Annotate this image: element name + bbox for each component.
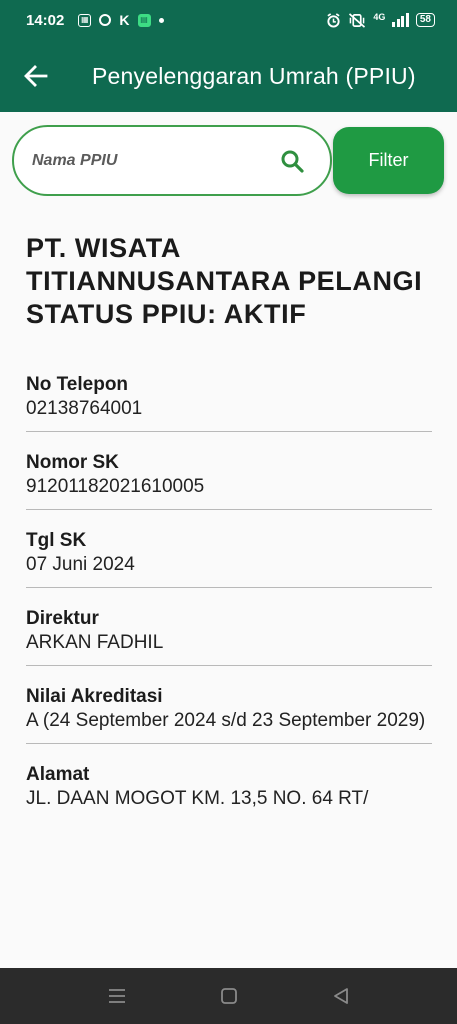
field-alamat: Alamat JL. DAAN MOGOT KM. 13,5 NO. 64 RT…	[26, 763, 432, 821]
android-notification-icon: ▤	[137, 13, 151, 27]
field-value: JL. DAAN MOGOT KM. 13,5 NO. 64 RT/	[26, 788, 369, 809]
back-triangle-icon[interactable]	[332, 987, 350, 1005]
field-label: Direktur	[26, 608, 99, 629]
field-tgl-sk: Tgl SK 07 Juni 2024	[26, 529, 432, 588]
field-value: 02138764001	[26, 398, 143, 419]
detail-fields: No Telepon 02138764001 Nomor SK 91201182…	[26, 373, 432, 821]
field-no-telepon: No Telepon 02138764001	[26, 373, 432, 432]
field-value: A (24 September 2024 s/d 23 September 20…	[26, 710, 426, 731]
status-bar: 14:02 ▦ K ▤ 4G 58	[0, 0, 457, 40]
field-label: Tgl SK	[26, 530, 87, 551]
ppiu-detail: PT. WISATA TITIANNUSANTARA PELANGI STATU…	[26, 232, 432, 832]
system-navigation-bar	[0, 968, 457, 1024]
menu-icon[interactable]	[107, 988, 127, 1004]
system-status-icons: 4G 58	[326, 10, 435, 30]
page-title: Penyelenggaran Umrah (PPIU)	[92, 62, 416, 89]
search-icon[interactable]	[280, 149, 304, 173]
network-type-label: 4G	[373, 12, 386, 22]
more-notifications-icon	[158, 17, 164, 23]
battery-indicator: 58	[415, 13, 435, 27]
field-value: 91201182021610005	[26, 476, 205, 497]
field-label: Alamat	[26, 764, 90, 785]
search-field[interactable]	[12, 125, 332, 196]
field-nomor-sk: Nomor SK 91201182021610005	[26, 451, 432, 510]
arrow-left-icon	[24, 65, 48, 87]
field-value: 07 Juni 2024	[26, 554, 135, 575]
signal-strength-icon	[392, 13, 409, 27]
notification-icons: ▦ K ▤	[78, 12, 164, 28]
field-value: ARKAN FADHIL	[26, 632, 164, 653]
k-app-notification-icon: K	[119, 12, 130, 28]
home-icon[interactable]	[220, 987, 238, 1005]
alarm-icon	[327, 12, 340, 28]
company-name: PT. WISATA TITIANNUSANTARA PELANGI	[26, 233, 423, 296]
gallery-notification-icon: ▦	[78, 13, 92, 27]
field-nilai-akreditasi: Nilai Akreditasi A (24 September 2024 s/…	[26, 685, 432, 744]
field-label: Nilai Akreditasi	[26, 686, 163, 707]
mute-vibrate-icon	[349, 12, 366, 28]
filter-button[interactable]: Filter	[333, 127, 444, 194]
field-label: Nomor SK	[26, 452, 119, 473]
back-button[interactable]	[6, 40, 66, 112]
circle-app-notification-icon	[99, 14, 112, 26]
status-time: 14:02	[26, 11, 65, 29]
field-label: No Telepon	[26, 374, 129, 395]
app-bar: Penyelenggaran Umrah (PPIU)	[0, 40, 457, 112]
search-input[interactable]	[30, 150, 264, 171]
field-direktur: Direktur ARKAN FADHIL	[26, 607, 432, 666]
ppiu-status: STATUS PPIU: AKTIF	[26, 299, 307, 329]
